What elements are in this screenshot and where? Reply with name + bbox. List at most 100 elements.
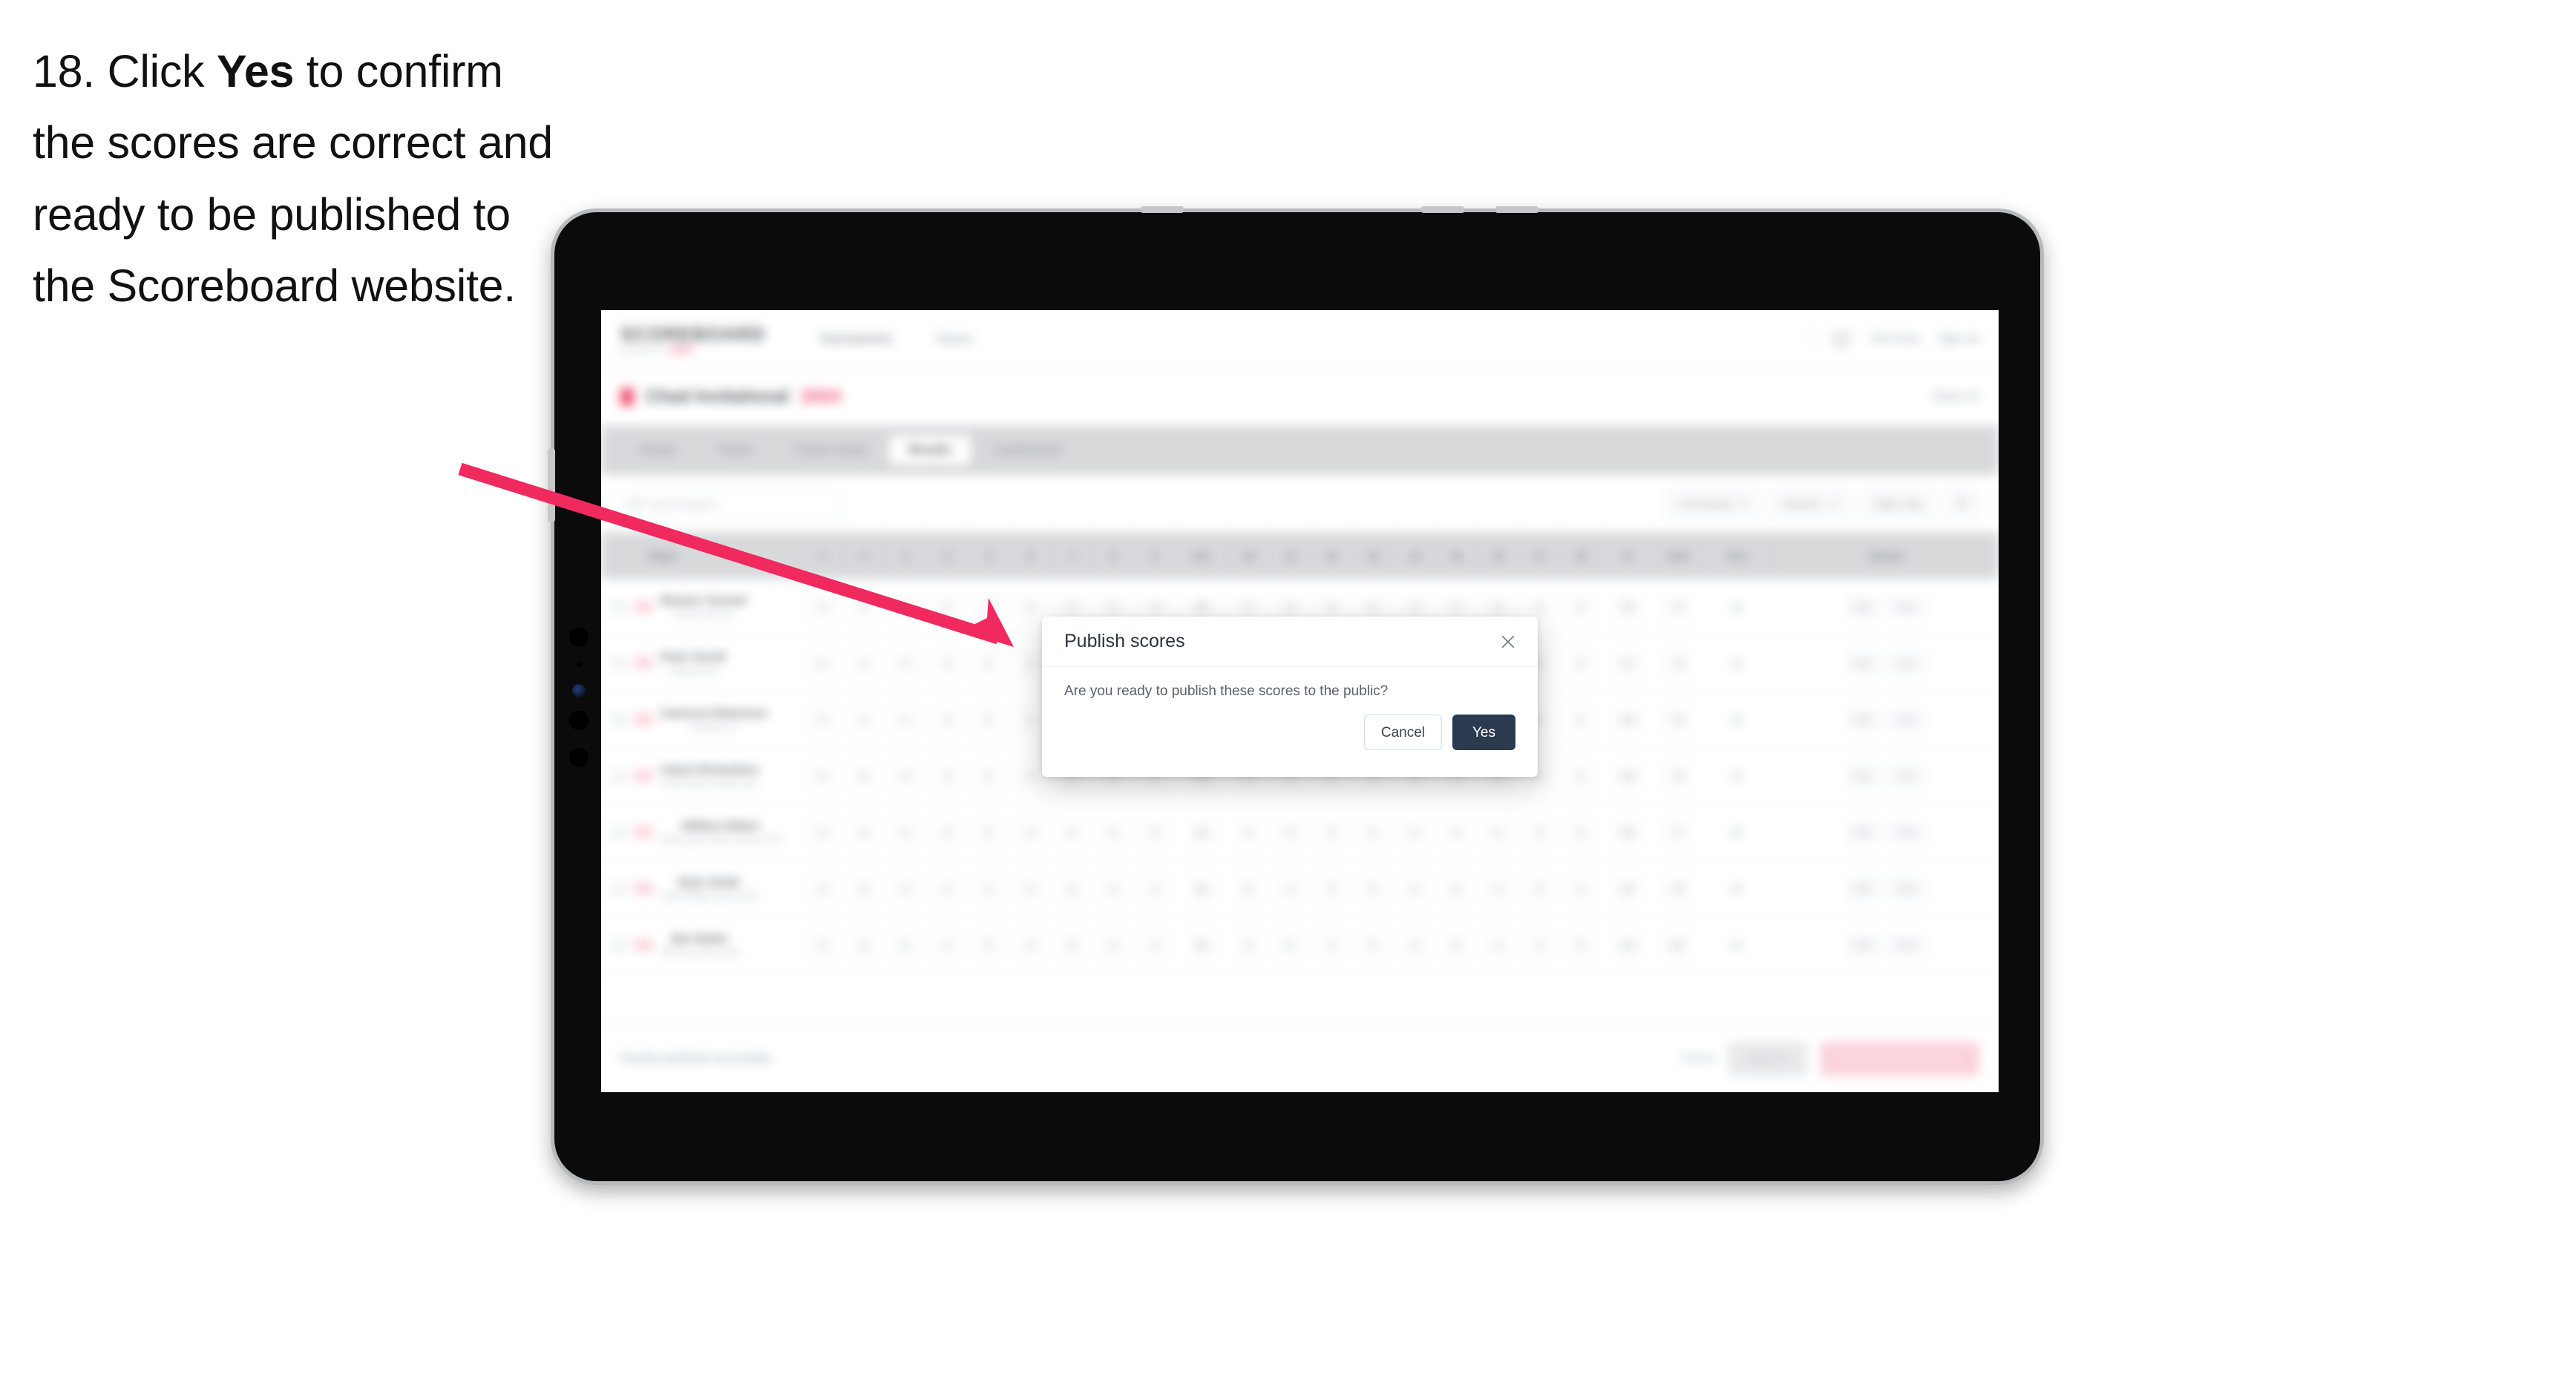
score-cell[interactable]: 36 — [1602, 579, 1654, 634]
score-cell[interactable]: 72 — [1654, 579, 1701, 634]
score-cell[interactable]: 4 — [968, 804, 1009, 860]
score-cell[interactable]: 5 — [1134, 804, 1176, 860]
score-cell[interactable]: 4 — [1092, 861, 1134, 916]
row-action-button[interactable]: View — [1887, 933, 1926, 956]
score-cell[interactable]: 5 — [802, 917, 843, 973]
nav-item-tournaments[interactable]: Tournaments — [819, 332, 892, 346]
score-cell[interactable]: 39 — [1176, 861, 1228, 916]
score-cell[interactable]: 4 — [885, 579, 926, 634]
score-cell[interactable]: 5 — [1352, 861, 1394, 916]
score-cell[interactable]: 4 — [968, 748, 1009, 804]
score-cell[interactable]: 80 — [1654, 917, 1701, 973]
score-cell[interactable]: 4 — [926, 692, 968, 747]
score-cell[interactable]: 74 — [1654, 635, 1701, 691]
score-cell[interactable]: 4 — [1051, 804, 1092, 860]
score-cell[interactable]: 4 — [1435, 804, 1477, 860]
row-action-button[interactable]: Edit — [1845, 708, 1880, 731]
score-cell[interactable]: 4 — [1092, 804, 1134, 860]
score-cell[interactable]: 5 — [885, 861, 926, 916]
cancel-link[interactable]: Cancel — [1680, 1052, 1715, 1065]
row-checkbox[interactable] — [612, 824, 626, 840]
score-cell[interactable]: 4 — [1051, 861, 1092, 916]
score-cell[interactable]: 4 — [968, 861, 1009, 916]
score-cell[interactable]: 4 — [1477, 917, 1518, 973]
score-cell[interactable]: 4 — [843, 804, 885, 860]
score-cell[interactable]: 4 — [843, 917, 885, 973]
score-cell[interactable]: 4 — [802, 635, 843, 691]
score-cell[interactable]: 4 — [1009, 804, 1051, 860]
row-action-button[interactable]: Edit — [1845, 651, 1880, 674]
score-cell[interactable]: 5 — [802, 804, 843, 860]
tab-leaderboard[interactable]: Leaderboard — [974, 436, 1080, 465]
user-name-label[interactable]: Tom Gore — [1870, 332, 1919, 345]
score-cell[interactable]: 38 — [1602, 804, 1654, 860]
score-cell[interactable]: 5 — [1394, 804, 1435, 860]
score-cell[interactable]: 39 — [1602, 861, 1654, 916]
score-cell[interactable]: 38 — [1602, 748, 1654, 804]
yes-button[interactable]: Yes — [1452, 715, 1515, 750]
row-action-button[interactable]: Edit — [1845, 933, 1880, 956]
score-cell[interactable]: 4 — [1228, 917, 1269, 973]
score-cell[interactable]: 40 — [1176, 917, 1228, 973]
score-cell[interactable]: 5 — [843, 748, 885, 804]
score-cell[interactable]: 3 — [926, 579, 968, 634]
score-cell[interactable]: 4 — [802, 748, 843, 804]
row-action-button[interactable]: View — [1887, 708, 1926, 731]
close-icon[interactable] — [1498, 631, 1518, 652]
score-cell[interactable]: 5 — [1009, 861, 1051, 916]
score-cell[interactable]: 37 — [1602, 635, 1654, 691]
score-cell[interactable]: 4 — [843, 692, 885, 747]
score-cell[interactable]: 5 — [843, 861, 885, 916]
save-button[interactable]: Save All — [1728, 1041, 1808, 1076]
score-cell[interactable]: 4 — [1560, 692, 1602, 747]
score-cell[interactable]: 4 — [1477, 861, 1518, 916]
score-cell[interactable]: 4 — [1560, 579, 1602, 634]
row-checkbox[interactable] — [612, 599, 626, 614]
score-cell[interactable]: 5 — [968, 917, 1009, 973]
row-checkbox[interactable] — [612, 655, 626, 671]
tab-results[interactable]: Results — [888, 436, 971, 465]
signout-link[interactable]: Sign out — [1938, 332, 1979, 345]
score-cell[interactable]: 4 — [1134, 861, 1176, 916]
score-cell[interactable]: 4 — [1311, 804, 1352, 860]
search-input[interactable]: Search players — [620, 488, 843, 519]
score-cell[interactable]: 4 — [926, 748, 968, 804]
score-cell[interactable]: 4 — [843, 635, 885, 691]
row-checkbox[interactable] — [612, 881, 626, 896]
tab-teams[interactable]: Teams — [698, 436, 772, 465]
score-cell[interactable]: 76 — [1654, 692, 1701, 747]
row-action-button[interactable]: Edit — [1845, 764, 1880, 787]
score-cell[interactable]: 4 — [968, 635, 1009, 691]
score-cell[interactable]: 4 — [1518, 804, 1560, 860]
filter-round[interactable]: Round 1 — [1770, 487, 1850, 519]
score-cell[interactable]: 4 — [1134, 917, 1176, 973]
cancel-button[interactable]: Cancel — [1363, 715, 1442, 750]
score-cell[interactable]: 4 — [1560, 748, 1602, 804]
score-cell[interactable]: 4 — [1477, 804, 1518, 860]
row-action-button[interactable]: Edit — [1845, 595, 1880, 618]
score-cell[interactable]: 38 — [1602, 692, 1654, 747]
score-cell[interactable]: 4 — [1518, 917, 1560, 973]
score-cell[interactable]: 4 — [1092, 917, 1134, 973]
row-checkbox[interactable] — [612, 768, 626, 784]
score-cell[interactable]: 5 — [1560, 917, 1602, 973]
score-cell[interactable]: 4 — [1311, 917, 1352, 973]
score-cell[interactable]: 4 — [1435, 861, 1477, 916]
score-cell[interactable]: 4 — [926, 861, 968, 916]
score-cell[interactable]: 4 — [1560, 804, 1602, 860]
score-cell[interactable]: 5 — [885, 917, 926, 973]
row-action-button[interactable]: View — [1887, 651, 1926, 674]
row-checkbox[interactable] — [612, 712, 626, 727]
score-cell[interactable]: 4 — [1228, 804, 1269, 860]
tab-details[interactable]: Details — [620, 436, 695, 465]
score-cell[interactable]: 5 — [802, 692, 843, 747]
score-cell[interactable]: 78 — [1654, 861, 1701, 916]
score-cell[interactable]: 4 — [1269, 861, 1311, 916]
score-cell[interactable]: 5 — [1269, 804, 1311, 860]
publish-scores-button[interactable]: Publish Scores to Public — [1820, 1041, 1979, 1076]
score-cell[interactable]: 5 — [968, 692, 1009, 747]
score-cell[interactable]: 4 — [1560, 635, 1602, 691]
score-cell[interactable]: 5 — [1352, 917, 1394, 973]
score-cell[interactable]: 5 — [1518, 861, 1560, 916]
score-cell[interactable]: 4 — [1394, 861, 1435, 916]
